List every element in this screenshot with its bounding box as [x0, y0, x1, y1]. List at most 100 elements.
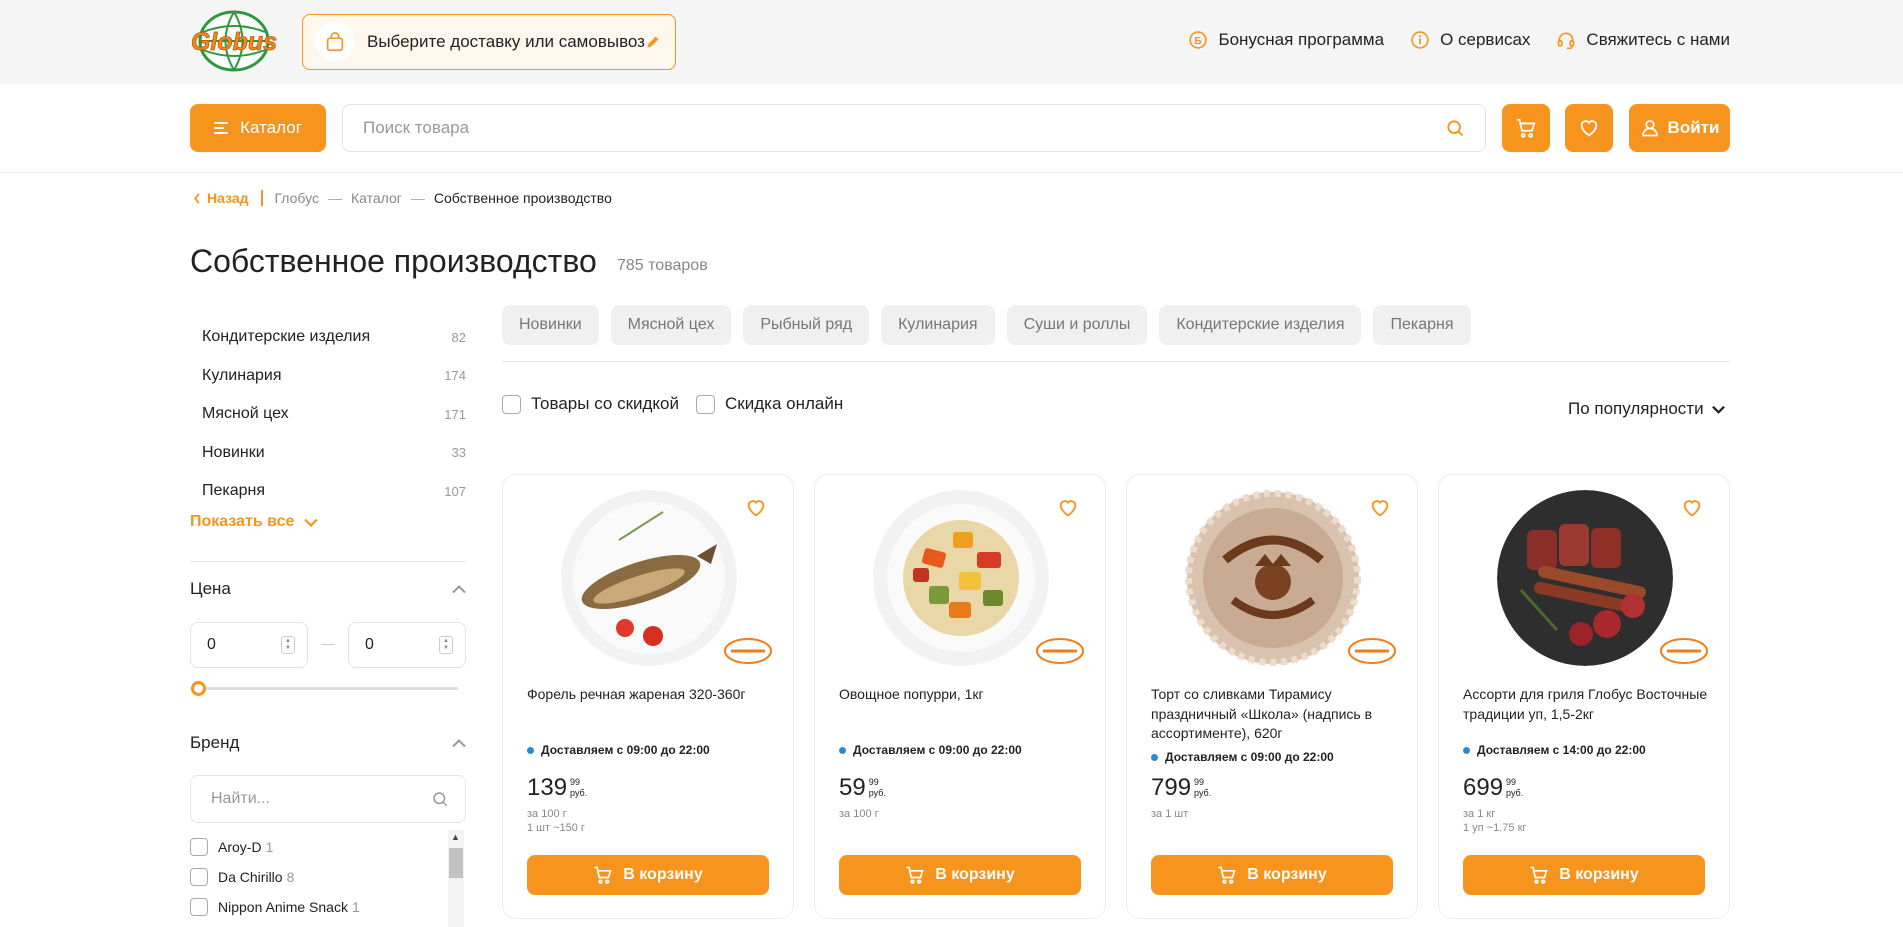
globus-logo[interactable]: Globus: [189, 10, 279, 72]
delivery-selector-button[interactable]: Выберите доставку или самовывоз: [302, 14, 676, 70]
price-currency: руб.: [570, 788, 588, 798]
unit-line: за 1 кг: [1463, 808, 1496, 820]
bonus-coin-icon: Б: [1189, 31, 1208, 49]
brand-item[interactable]: Aroy-D 1: [190, 832, 466, 862]
product-image[interactable]: [1185, 490, 1361, 666]
brand-filter-header[interactable]: Бренд: [190, 733, 466, 753]
product-card[interactable]: Овощное попурри, 1кг Доставляем с 09:00 …: [814, 474, 1106, 919]
category-count: 174: [444, 368, 466, 384]
discount-checkbox[interactable]: [502, 394, 521, 414]
product-name[interactable]: Форель речная жареная 320-360г: [527, 685, 777, 705]
product-name[interactable]: Ассорти для гриля Глобус Восточные тради…: [1463, 685, 1713, 724]
category-item[interactable]: Пекарня 107: [190, 472, 466, 511]
unit-line: 1 шт ~150 г: [527, 822, 585, 834]
chip-fish[interactable]: Рыбный ряд: [743, 305, 870, 345]
discount-filter[interactable]: Товары со скидкой: [502, 394, 679, 414]
product-name[interactable]: Овощное попурри, 1кг: [839, 685, 1089, 705]
cart-button[interactable]: [1502, 104, 1550, 152]
product-card[interactable]: Ассорти для гриля Глобус Восточные тради…: [1438, 474, 1730, 919]
product-card[interactable]: Торт со сливками Тирамису праздничный «Ш…: [1126, 474, 1418, 919]
category-item[interactable]: Мясной цех 171: [190, 395, 466, 434]
chip-confectionery[interactable]: Кондитерские изделия: [1159, 305, 1362, 345]
stepper-icon[interactable]: ▲ ▼: [439, 636, 453, 654]
online-discount-checkbox[interactable]: [696, 394, 715, 414]
services-link[interactable]: О сервисах: [1410, 30, 1530, 50]
show-all-categories-button[interactable]: Показать все: [190, 513, 319, 531]
breadcrumb-item-globus[interactable]: Глобус: [275, 190, 319, 206]
add-to-cart-button[interactable]: В корзину: [1151, 855, 1393, 895]
status-dot-icon: [527, 746, 534, 754]
search-icon: [433, 792, 448, 807]
add-to-cart-button[interactable]: В корзину: [527, 855, 769, 895]
catalog-button[interactable]: Каталог: [190, 104, 326, 152]
chip-meat[interactable]: Мясной цех: [610, 305, 732, 345]
search-input[interactable]: [363, 118, 1445, 138]
top-links: Б Бонусная программа О сервисах Свяжитес…: [1188, 30, 1730, 50]
delivery-info: Доставляем с 09:00 до 22:00: [839, 743, 1022, 757]
brand-checkbox[interactable]: [190, 898, 208, 916]
product-price: 59 99 руб.: [839, 774, 886, 802]
online-discount-filter[interactable]: Скидка онлайн: [696, 394, 843, 414]
category-name: Кондитерские изделия: [202, 328, 371, 346]
delivery-info: Доставляем с 09:00 до 22:00: [1151, 750, 1334, 764]
sidebar-divider: [190, 561, 466, 562]
scroll-up-arrow-icon[interactable]: ▲: [451, 832, 460, 842]
chip-sushi[interactable]: Суши и роллы: [1006, 305, 1148, 345]
bonus-program-link[interactable]: Б Бонусная программа: [1188, 30, 1384, 50]
back-link[interactable]: Назад: [193, 190, 263, 206]
category-item[interactable]: Кулинария 174: [190, 357, 466, 396]
brand-item[interactable]: [190, 922, 466, 927]
stepper-icon[interactable]: ▲ ▼: [281, 636, 295, 654]
heart-icon[interactable]: [1057, 497, 1079, 519]
brand-checkbox[interactable]: [190, 868, 208, 886]
category-item[interactable]: Новинки 33: [190, 434, 466, 473]
price-unit: за 1 кг 1 уп ~1.75 кг: [1463, 807, 1526, 835]
price-max-input[interactable]: 0 ▲ ▼: [348, 622, 466, 668]
price-filter-header[interactable]: Цена: [190, 579, 466, 599]
chip-new[interactable]: Новинки: [502, 305, 599, 345]
favorites-button[interactable]: [1565, 104, 1613, 152]
contact-link[interactable]: Свяжитесь с нами: [1556, 30, 1730, 50]
category-count: 82: [451, 329, 466, 345]
product-image[interactable]: [1497, 490, 1673, 666]
product-card[interactable]: Форель речная жареная 320-360г Доставляе…: [502, 474, 794, 919]
price-kopecks: 99: [570, 777, 581, 787]
product-name[interactable]: Торт со сливками Тирамису праздничный «Ш…: [1151, 685, 1401, 744]
scrollbar-thumb[interactable]: [449, 848, 463, 878]
brand-checkbox[interactable]: [190, 838, 208, 856]
product-image[interactable]: [561, 490, 737, 666]
price-slider-track[interactable]: [198, 687, 458, 690]
unit-line: за 100 г: [527, 808, 567, 820]
heart-icon[interactable]: [745, 497, 767, 519]
unit-line: 1 уп ~1.75 кг: [1463, 822, 1527, 834]
heart-icon[interactable]: [1369, 497, 1391, 519]
add-to-cart-button[interactable]: В корзину: [1463, 855, 1705, 895]
top-bar: Globus Выберите доставку или самовывоз Б…: [0, 0, 1903, 84]
chip-culinary[interactable]: Кулинария: [881, 305, 995, 345]
breadcrumb-item-catalog[interactable]: Каталог: [351, 190, 402, 206]
price-slider-handle[interactable]: [191, 681, 206, 696]
login-button[interactable]: Войти: [1629, 104, 1730, 152]
price-unit: за 100 г: [839, 807, 879, 821]
pencil-icon: [647, 36, 659, 48]
search-icon[interactable]: [1445, 118, 1465, 138]
brand-item[interactable]: Nippon Anime Snack 1: [190, 892, 466, 922]
sort-dropdown[interactable]: По популярности: [1568, 399, 1725, 419]
price-currency: руб.: [1194, 788, 1212, 798]
product-image[interactable]: [873, 490, 1049, 666]
heart-icon[interactable]: [1681, 497, 1703, 519]
chip-bakery[interactable]: Пекарня: [1373, 305, 1471, 345]
brand-item[interactable]: Da Chirillo 8: [190, 862, 466, 892]
brand-search-input[interactable]: [211, 790, 431, 808]
price-min-input[interactable]: 0 ▲ ▼: [190, 622, 308, 668]
status-dot-icon: [1463, 746, 1470, 754]
brand-name: Da Chirillo: [218, 869, 283, 885]
category-name: Мясной цех: [202, 405, 289, 423]
brand-list-scrollbar[interactable]: ▲: [448, 830, 464, 927]
cart-icon: [1516, 118, 1536, 138]
add-to-cart-button[interactable]: В корзину: [839, 855, 1081, 895]
category-item[interactable]: Кондитерские изделия 82: [190, 318, 466, 357]
heart-icon: [1580, 120, 1598, 137]
unit-line: за 1 шт: [1151, 808, 1189, 820]
price-range-dash: [321, 644, 335, 645]
